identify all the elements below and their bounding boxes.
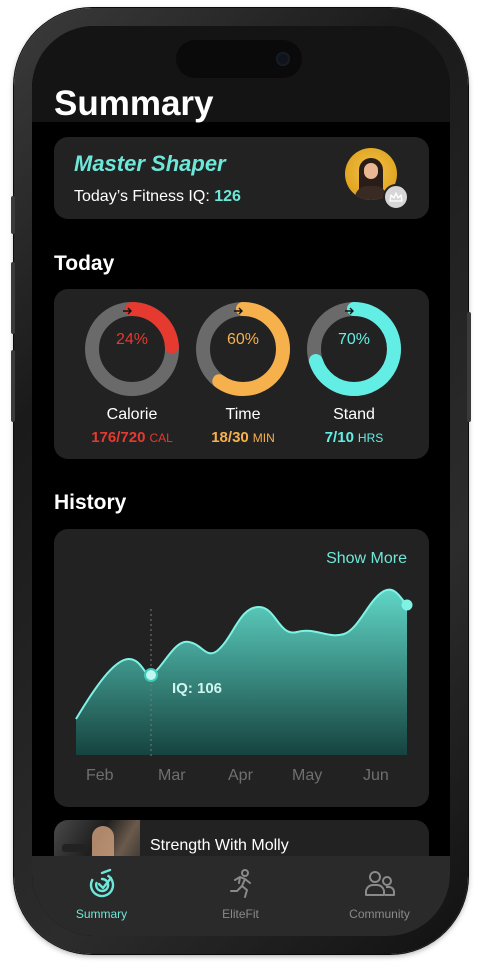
- time-ring[interactable]: [193, 299, 293, 399]
- community-icon: [365, 871, 395, 896]
- tab-summary-label: Summary: [75, 907, 128, 921]
- tab-community[interactable]: Community: [310, 856, 449, 936]
- tab-community-label: Community: [349, 907, 410, 921]
- month-label: Jun: [363, 767, 389, 784]
- time-amount: 18/30: [211, 429, 249, 446]
- stand-unit: HRS: [357, 431, 384, 445]
- tab-summary[interactable]: Summary: [32, 856, 171, 936]
- history-tooltip: IQ: 106: [172, 680, 223, 697]
- month-label: Feb: [86, 767, 114, 784]
- summary-icon: [89, 868, 115, 898]
- camera-lens: [276, 52, 290, 66]
- time-unit: MIN: [252, 431, 275, 445]
- profile-name: Master Shaper: [74, 151, 226, 176]
- calorie-label: Calorie: [106, 406, 158, 423]
- fitness-iq-label: Today’s Fitness IQ:: [74, 188, 210, 205]
- stand-ring[interactable]: [304, 299, 404, 399]
- history-chart: [75, 588, 413, 757]
- dynamic-island: [176, 40, 302, 78]
- today-section-title: Today: [54, 252, 115, 275]
- running-icon: [230, 869, 251, 898]
- fitness-iq-row: Today’s Fitness IQ: 126: [74, 188, 241, 206]
- action-button: [11, 196, 15, 234]
- calorie-ring[interactable]: [82, 299, 182, 399]
- history-card: Show More IQ: 106 Feb Mar Apr May Jun: [54, 529, 429, 807]
- volume-up-button: [11, 262, 15, 334]
- history-area: [76, 589, 407, 755]
- stand-label: Stand: [333, 406, 375, 423]
- history-section-title: History: [54, 491, 127, 514]
- history-month-axis: Feb Mar Apr May Jun: [54, 767, 429, 787]
- tab-bar: Summary EliteFit Community: [32, 856, 450, 936]
- crown-icon: [383, 184, 409, 210]
- stand-value: 7/10 HRS: [299, 429, 409, 446]
- tooltip-point: [144, 668, 158, 682]
- stand-amount: 7/10: [324, 429, 354, 446]
- latest-point: [401, 599, 413, 611]
- power-button: [467, 312, 471, 422]
- month-label: May: [292, 767, 323, 784]
- tab-elitefit-label: EliteFit: [222, 907, 259, 921]
- avatar-face: [364, 163, 378, 179]
- month-label: Apr: [228, 767, 253, 784]
- dumbbell-icon: [62, 844, 88, 852]
- calorie-unit: CAL: [149, 431, 173, 445]
- time-label: Time: [225, 406, 261, 423]
- screen: Summary Master Shaper Today’s Fitness IQ…: [32, 26, 450, 936]
- calorie-percent: 24%: [115, 331, 149, 348]
- page-title: Summary: [54, 84, 214, 123]
- calorie-amount: 176/720: [91, 429, 146, 446]
- month-label: Mar: [158, 767, 186, 784]
- time-value: 18/30 MIN: [188, 429, 298, 446]
- fitness-iq-value: 126: [214, 188, 241, 205]
- stand-percent: 70%: [337, 331, 371, 348]
- calorie-value: 176/720 CAL: [77, 429, 187, 446]
- today-card: 24% Calorie 176/720 CAL 60% Time 18/30 MIN…: [54, 289, 429, 459]
- time-percent: 60%: [226, 331, 260, 348]
- profile-card[interactable]: Master Shaper Today’s Fitness IQ: 126: [54, 137, 429, 219]
- tab-elitefit[interactable]: EliteFit: [171, 856, 310, 936]
- workout-title: Strength With Molly: [150, 837, 289, 854]
- volume-down-button: [11, 350, 15, 422]
